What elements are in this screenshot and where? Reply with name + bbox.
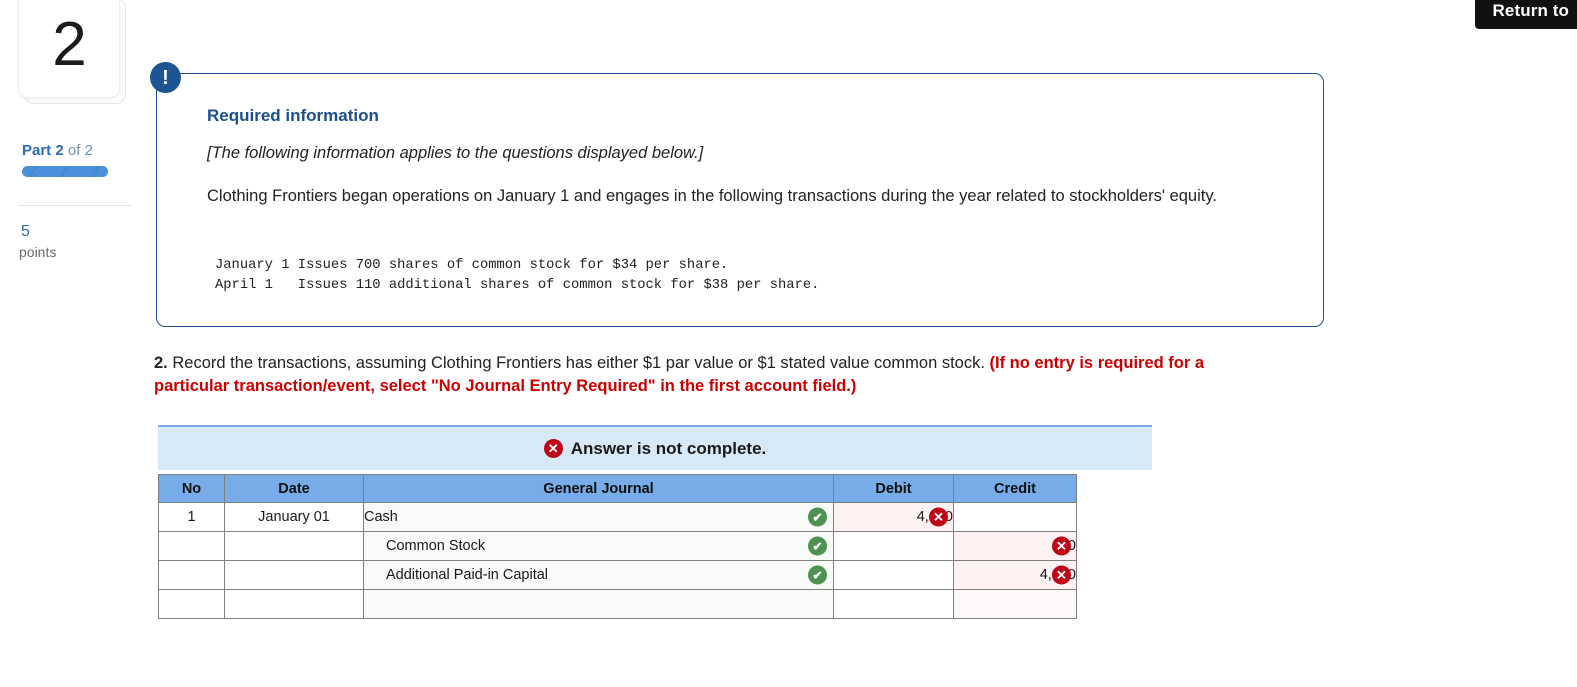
cell-credit[interactable]: 4,070 ✕ <box>953 560 1077 590</box>
cell-account[interactable]: Cash ✔ <box>363 502 834 532</box>
part-current: 2 <box>55 142 64 159</box>
progress-fill <box>22 166 108 177</box>
return-to-button[interactable]: Return to <box>1474 0 1577 29</box>
account-name: Cash <box>364 509 398 525</box>
callout-transactions-list: January 1 Issues 700 shares of common st… <box>215 258 820 293</box>
incorrect-x-icon: ✕ <box>1052 536 1071 556</box>
points-label: points <box>19 244 57 260</box>
table-row: Common Stock ✔ 110 ✕ <box>158 531 1077 561</box>
answer-status-text: Answer is not complete. <box>570 438 767 458</box>
cell-no <box>158 560 225 590</box>
part-middle: of <box>67 142 81 159</box>
cell-no <box>158 589 225 619</box>
answer-status-banner: ✕ Answer is not complete. <box>158 425 1152 470</box>
cell-no: 1 <box>158 502 225 532</box>
account-name: Common Stock <box>386 538 486 554</box>
cell-account[interactable]: Common Stock ✔ <box>363 531 834 561</box>
prompt-number: 2. <box>154 354 168 372</box>
question-card-front: 2 <box>18 0 120 98</box>
cell-credit[interactable] <box>953 502 1077 532</box>
account-name: Additional Paid-in Capital <box>386 567 549 583</box>
table-row: Additional Paid-in Capital ✔ 4,070 ✕ <box>158 560 1077 590</box>
cell-credit[interactable]: 110 ✕ <box>953 531 1077 561</box>
question-number-card: 2 <box>18 0 126 104</box>
callout-body-text: Clothing Frontiers began operations on J… <box>207 187 1217 205</box>
callout-italic-note: [The following information applies to th… <box>207 144 704 162</box>
incorrect-x-icon: ✕ <box>929 507 948 527</box>
question-prompt: 2. Record the transactions, assuming Clo… <box>154 352 1264 398</box>
correct-check-icon: ✔ <box>808 565 827 585</box>
cell-date[interactable]: January 01 <box>224 502 364 532</box>
part-total: 2 <box>84 142 93 159</box>
table-header-row: No Date General Journal Debit Credit <box>158 474 1077 503</box>
part-progress-bar <box>22 166 108 177</box>
general-journal-table: No Date General Journal Debit Credit 1 J… <box>158 474 1077 619</box>
question-number: 2 <box>52 10 86 79</box>
cell-account[interactable] <box>363 589 834 619</box>
question-rail: 2 Part 2 of 2 5 points <box>0 0 140 687</box>
cell-debit[interactable] <box>833 531 954 561</box>
cell-debit[interactable] <box>833 589 954 619</box>
cell-debit[interactable] <box>833 560 954 590</box>
callout-title: Required information <box>207 106 379 125</box>
column-header-date: Date <box>224 474 364 503</box>
table-row <box>158 589 1077 619</box>
cell-date[interactable] <box>224 589 364 619</box>
column-header-general-journal: General Journal <box>363 474 834 503</box>
cell-no <box>158 531 225 561</box>
table-row: 1 January 01 Cash ✔ 4,180 ✕ <box>158 502 1077 532</box>
column-header-credit: Credit <box>953 474 1077 503</box>
points-value: 5 <box>21 223 30 240</box>
column-header-debit: Debit <box>833 474 954 503</box>
required-information-callout: Required information [The following info… <box>156 73 1324 327</box>
part-prefix: Part <box>22 142 52 159</box>
x-circle-icon: ✕ <box>543 439 563 458</box>
exclamation-icon: ! <box>150 62 181 93</box>
cell-credit[interactable] <box>953 589 1077 619</box>
prompt-text: Record the transactions, assuming Clothi… <box>167 354 990 372</box>
cell-debit[interactable]: 4,180 ✕ <box>833 502 954 532</box>
part-indicator: Part 2 of 2 <box>22 142 93 159</box>
column-header-no: No <box>158 474 225 503</box>
correct-check-icon: ✔ <box>808 507 827 527</box>
rail-divider <box>18 205 132 206</box>
correct-check-icon: ✔ <box>808 536 827 556</box>
cell-date[interactable] <box>224 531 364 561</box>
cell-account[interactable]: Additional Paid-in Capital ✔ <box>363 560 834 590</box>
incorrect-x-icon: ✕ <box>1052 565 1071 585</box>
cell-date[interactable] <box>224 560 364 590</box>
